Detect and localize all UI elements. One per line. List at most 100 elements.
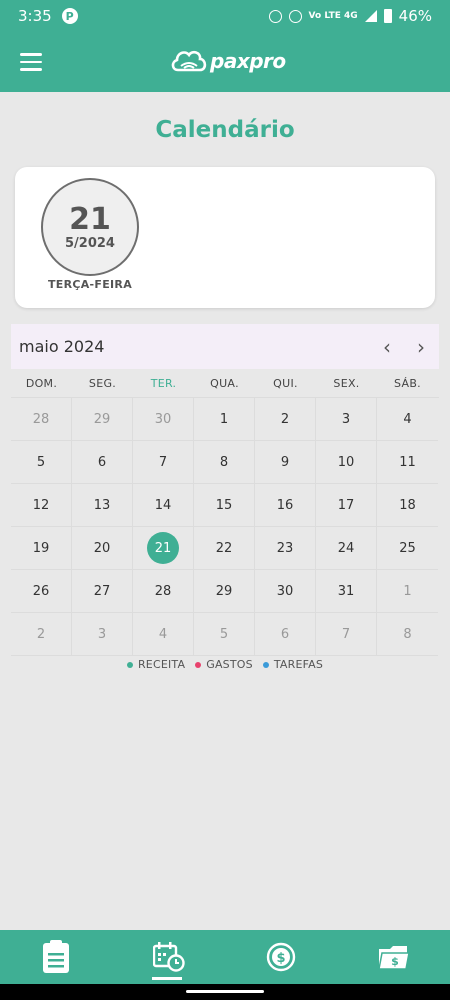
- calendar-day[interactable]: 28: [11, 398, 72, 441]
- calendar-day[interactable]: 9: [255, 441, 316, 484]
- calendar-day[interactable]: 26: [11, 570, 72, 613]
- calendar-day[interactable]: 24: [316, 527, 377, 570]
- calendar-day[interactable]: 1: [194, 398, 255, 441]
- calendar-day[interactable]: 7: [316, 613, 377, 656]
- calendar-day[interactable]: 30: [255, 570, 316, 613]
- calendar-day[interactable]: 23: [255, 527, 316, 570]
- calendar-day-number: 12: [32, 497, 50, 513]
- calendar-day-number: 6: [280, 626, 290, 642]
- nav-item-wallet[interactable]: $: [338, 930, 450, 984]
- legend-label: RECEITA: [137, 658, 186, 671]
- calendar-day[interactable]: 4: [133, 613, 194, 656]
- calendar-day-number: 16: [276, 497, 294, 513]
- calendar-day[interactable]: 19: [11, 527, 72, 570]
- calendar-day-number: 14: [154, 497, 172, 513]
- chevron-right-icon[interactable]: ›: [417, 337, 425, 357]
- calendar-day-number: 5: [36, 454, 46, 470]
- dollar-coin-icon: $: [267, 942, 296, 972]
- calendar-day-number: 9: [280, 454, 290, 470]
- calendar-day[interactable]: 20: [72, 527, 133, 570]
- weekday-label: QUI.: [273, 376, 298, 390]
- calendar-day[interactable]: 29: [194, 570, 255, 613]
- status-time: 3:35: [18, 7, 52, 25]
- calendar-day[interactable]: 6: [72, 441, 133, 484]
- wallet-icon: $: [377, 946, 410, 970]
- calendar-day-number: 20: [93, 540, 111, 556]
- home-gesture-pill[interactable]: [186, 990, 264, 993]
- calendar-day-number: 31: [337, 583, 355, 599]
- selected-day: 21: [69, 201, 111, 237]
- legend-item: GASTOS: [195, 658, 253, 671]
- calendar-day[interactable]: 5: [194, 613, 255, 656]
- calendar-day[interactable]: 25: [377, 527, 438, 570]
- calendar-day[interactable]: 1: [377, 570, 438, 613]
- calendar-day[interactable]: 4: [377, 398, 438, 441]
- calendar-day[interactable]: 6: [255, 613, 316, 656]
- weekday-label: SEG.: [88, 376, 117, 390]
- nav-item-calendar[interactable]: [113, 930, 226, 984]
- calendar-day-number: 19: [32, 540, 50, 556]
- calendar-day[interactable]: 31: [316, 570, 377, 613]
- calendar-day[interactable]: 8: [377, 613, 438, 656]
- calendar-day[interactable]: 14: [133, 484, 194, 527]
- calendar-day[interactable]: 17: [316, 484, 377, 527]
- calendar-day[interactable]: 10: [316, 441, 377, 484]
- calendar-day-number: 2: [36, 626, 46, 642]
- document-icon: [43, 940, 70, 973]
- calendar-day[interactable]: 18: [377, 484, 438, 527]
- calendar-day[interactable]: 15: [194, 484, 255, 527]
- nav-item-documents[interactable]: [0, 930, 113, 984]
- bottom-navigation: $ $: [0, 930, 450, 984]
- menu-icon[interactable]: [20, 53, 42, 71]
- signal-icon: [364, 10, 377, 22]
- calendar-day[interactable]: 28: [133, 570, 194, 613]
- selected-date-card: 21 5/2024 TERÇA-FEIRA: [15, 167, 435, 308]
- weekday-label: TER.: [150, 376, 177, 390]
- chevron-left-icon[interactable]: ‹: [383, 337, 391, 357]
- calendar-day[interactable]: 22: [194, 527, 255, 570]
- legend-dot-icon: [262, 661, 269, 668]
- calendar-day-number: 5: [219, 626, 229, 642]
- calendar-legend: RECEITA GASTOS TAREFAS: [0, 658, 450, 671]
- calendar-day-number: 22: [215, 540, 233, 556]
- app-bar: paxpro: [0, 32, 450, 92]
- calendar-day[interactable]: 8: [194, 441, 255, 484]
- calendar-day[interactable]: 7: [133, 441, 194, 484]
- calendar-day-number: 17: [337, 497, 355, 513]
- calendar-day-number: 3: [97, 626, 107, 642]
- app-logo: paxpro: [170, 46, 286, 76]
- calendar-day-number: 18: [399, 497, 416, 513]
- calendar-day[interactable]: 2: [255, 398, 316, 441]
- calendar-header: maio 2024 ‹ ›: [11, 324, 439, 369]
- calendar-day-selected[interactable]: 21: [133, 527, 194, 570]
- calendar-day[interactable]: 13: [72, 484, 133, 527]
- battery-percent: 46%: [398, 7, 432, 25]
- calendar-day[interactable]: 3: [72, 613, 133, 656]
- calendar-day-number: 27: [93, 583, 111, 599]
- calendar-day[interactable]: 5: [11, 441, 72, 484]
- weekday-label: DOM.: [25, 376, 58, 390]
- calendar-day[interactable]: 12: [11, 484, 72, 527]
- legend-dot-icon: [126, 661, 133, 668]
- calendar-days-grid: 28 29 30 1 2 3 4 5 6 7 8 9 10 11 12 13 14 15 16 17 18 19 20 21 2…: [11, 397, 439, 656]
- calendar-day-number: 15: [215, 497, 233, 513]
- calendar-day-number: 11: [399, 454, 416, 470]
- battery-icon: [383, 9, 392, 23]
- selected-date-circle: 21 5/2024: [41, 178, 139, 276]
- calendar-day[interactable]: 11: [377, 441, 438, 484]
- calendar-day[interactable]: 29: [72, 398, 133, 441]
- calendar-day[interactable]: 27: [72, 570, 133, 613]
- calendar-day-number: 7: [158, 454, 168, 470]
- weekday-header-row: DOM. SEG. TER. QUA. QUI. SEX. SÁB.: [11, 369, 439, 397]
- do-not-disturb-icon: [288, 9, 302, 23]
- calendar-day-number: 3: [341, 411, 351, 427]
- calendar-day-number: 28: [154, 583, 172, 599]
- app-notification-icon: P: [61, 8, 78, 24]
- calendar-day-number: 4: [158, 626, 168, 642]
- calendar-day[interactable]: 2: [11, 613, 72, 656]
- nav-item-finance[interactable]: $: [225, 930, 338, 984]
- calendar-day[interactable]: 3: [316, 398, 377, 441]
- calendar-day-number: 25: [399, 540, 416, 556]
- calendar-day[interactable]: 30: [133, 398, 194, 441]
- calendar-day[interactable]: 16: [255, 484, 316, 527]
